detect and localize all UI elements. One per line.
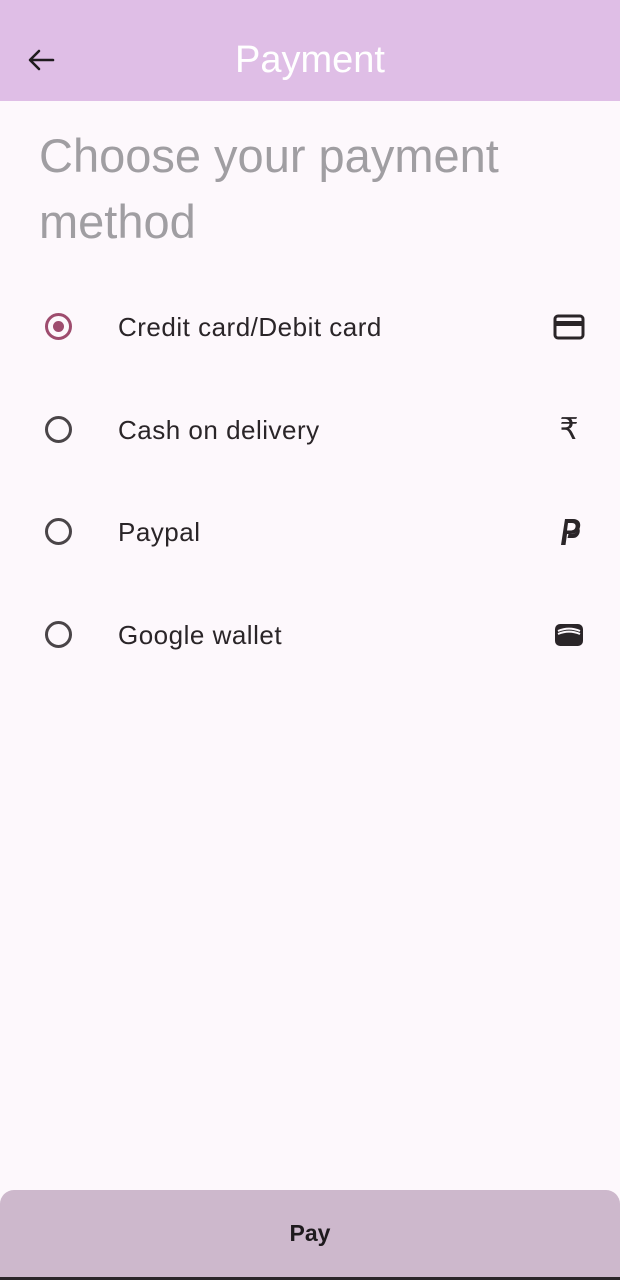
payment-option-label: Cash on delivery [118, 415, 320, 445]
credit-card-icon [552, 310, 586, 344]
payment-option-cash[interactable]: Cash on delivery ₹ [0, 384, 620, 474]
radio-button-selected[interactable] [45, 313, 72, 340]
wallet-icon [552, 618, 586, 652]
payment-option-credit-card[interactable]: Credit card/Debit card [0, 281, 620, 371]
payment-option-paypal[interactable]: Paypal [0, 486, 620, 576]
radio-button[interactable] [45, 621, 72, 648]
paypal-icon [552, 515, 586, 549]
section-heading: Choose your payment method [39, 129, 499, 248]
app-bar: Payment [0, 0, 620, 101]
payment-option-label: Paypal [118, 517, 201, 547]
payment-option-google-wallet[interactable]: Google wallet [0, 589, 620, 679]
radio-button[interactable] [45, 416, 72, 443]
radio-button[interactable] [45, 518, 72, 545]
pay-button[interactable]: Pay [0, 1190, 620, 1280]
payment-option-label: Google wallet [118, 620, 283, 650]
payment-option-label: Credit card/Debit card [118, 312, 382, 342]
rupee-icon: ₹ [559, 412, 579, 447]
page-title: Payment [235, 39, 385, 81]
